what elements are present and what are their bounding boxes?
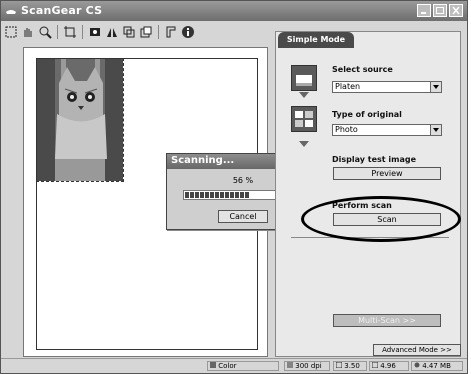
photo-original-icon <box>291 106 317 132</box>
progress-block <box>230 192 234 198</box>
zoom-icon[interactable] <box>37 24 53 40</box>
select-source-label: Select source <box>332 65 393 74</box>
tab-simple-mode[interactable]: Simple Mode <box>278 32 354 48</box>
status-bar: Color 300 dpi 3.50 4.96 4.47 MB <box>1 358 467 373</box>
width-icon <box>335 361 343 369</box>
step-arrow-icon <box>299 92 309 98</box>
copy-icon[interactable] <box>138 24 154 40</box>
color-mode-value: Color <box>218 362 237 370</box>
title-bar: ScanGear CS <box>1 1 467 21</box>
resolution-icon <box>287 362 293 368</box>
progress-block <box>210 192 214 198</box>
disk-icon <box>414 362 420 368</box>
scanner-app-icon <box>6 10 16 14</box>
width-status: 3.50 <box>333 361 367 371</box>
height-icon <box>371 361 379 369</box>
select-area-icon[interactable] <box>3 24 19 40</box>
progress-block <box>205 192 209 198</box>
toolbar-separator <box>57 25 58 39</box>
file-size-value: 4.47 MB <box>422 362 451 370</box>
toolbar-separator <box>158 25 159 39</box>
crop-frame[interactable] <box>36 58 124 182</box>
close-button[interactable] <box>449 4 463 17</box>
progress-block <box>235 192 239 198</box>
type-of-original-value: Photo <box>335 125 358 134</box>
select-source-dropdown[interactable]: Platen <box>332 81 442 93</box>
info-icon[interactable] <box>180 24 196 40</box>
rotate-icon[interactable] <box>87 24 103 40</box>
pan-icon[interactable] <box>20 24 36 40</box>
height-value: 4.96 <box>380 362 396 370</box>
resolution-status: 300 dpi <box>284 361 330 371</box>
select-source-value: Platen <box>335 82 361 91</box>
fit-icon[interactable] <box>121 24 137 40</box>
crop-icon[interactable] <box>62 24 78 40</box>
maximize-button[interactable] <box>433 4 447 17</box>
color-mode-icon <box>210 362 216 368</box>
step-arrow-icon <box>299 141 309 147</box>
scangear-window: ScanGear CS Scanning... 56 % Cancel Simp… <box>0 0 468 374</box>
progress-block <box>200 192 204 198</box>
advanced-mode-button[interactable]: Advanced Mode >> <box>373 344 461 356</box>
progress-block <box>195 192 199 198</box>
minimize-button[interactable] <box>417 4 431 17</box>
cancel-button[interactable]: Cancel <box>218 210 268 223</box>
height-status: 4.96 <box>369 361 409 371</box>
chevron-down-icon[interactable] <box>430 125 441 135</box>
progress-bar-fill <box>185 192 249 198</box>
progress-block <box>215 192 219 198</box>
type-of-original-dropdown[interactable]: Photo <box>332 124 442 136</box>
progress-block <box>190 192 194 198</box>
toolbar <box>3 22 196 42</box>
color-mode-status: Color <box>207 361 279 371</box>
preview-button[interactable]: Preview <box>333 167 441 180</box>
mirror-icon[interactable] <box>104 24 120 40</box>
highlight-oval <box>301 196 461 242</box>
multi-scan-button[interactable]: Multi-Scan >> <box>333 314 441 327</box>
display-test-image-label: Display test image <box>332 155 417 164</box>
window-title: ScanGear CS <box>21 4 103 17</box>
file-size-status: 4.47 MB <box>411 361 463 371</box>
progress-block <box>225 192 229 198</box>
progress-block <box>245 192 249 198</box>
chevron-down-icon[interactable] <box>430 82 441 92</box>
progress-block <box>240 192 244 198</box>
platen-source-icon <box>291 65 317 91</box>
settings-icon[interactable] <box>163 24 179 40</box>
width-value: 3.50 <box>344 362 360 370</box>
type-of-original-label: Type of original <box>332 110 402 119</box>
resolution-value: 300 dpi <box>295 362 322 370</box>
toolbar-separator <box>82 25 83 39</box>
progress-block <box>220 192 224 198</box>
progress-block <box>185 192 189 198</box>
